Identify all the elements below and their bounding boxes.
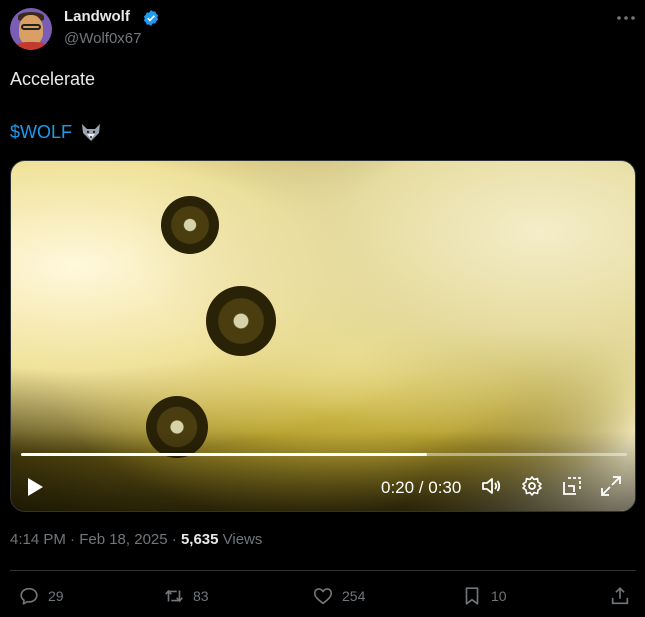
- avatar-face: [19, 15, 43, 45]
- divider: [10, 570, 636, 571]
- reply-icon: [20, 587, 38, 605]
- video-progress-bar[interactable]: [21, 453, 627, 456]
- views-count: 5,635: [180, 531, 219, 548]
- bookmark-count: 10: [491, 588, 507, 604]
- volume-icon[interactable]: [479, 474, 503, 498]
- share-icon: [611, 587, 629, 605]
- settings-gear-icon[interactable]: [520, 474, 544, 498]
- controls-overlay: [11, 431, 635, 511]
- tweet-text: Accelerate: [10, 69, 96, 89]
- timestamp[interactable]: 4:14 PM · Feb 18, 2025 ·: [10, 531, 181, 548]
- reply-count: 29: [48, 588, 64, 604]
- avatar[interactable]: [10, 8, 52, 50]
- video-player[interactable]: 0:20 / 0:30: [10, 160, 636, 512]
- tweet-meta: 4:14 PM · Feb 18, 2025 · 5,635 Views: [10, 531, 262, 548]
- fullscreen-icon[interactable]: [599, 474, 623, 498]
- share-button[interactable]: [609, 585, 631, 607]
- video-progress-fill: [21, 453, 428, 456]
- cashtag-link[interactable]: $WOLF: [10, 122, 72, 143]
- avatar-shirt: [14, 42, 48, 50]
- repost-icon: [165, 589, 183, 603]
- play-icon[interactable]: [25, 476, 45, 498]
- like-count: 254: [342, 588, 366, 604]
- bookmark-icon: [465, 587, 479, 605]
- bookmark-button[interactable]: 10: [461, 585, 507, 607]
- author-name[interactable]: Landwolf: [64, 8, 130, 25]
- video-frame-eye: [206, 286, 276, 356]
- picture-in-picture-icon[interactable]: [560, 474, 584, 498]
- video-time: 0:20 / 0:30: [381, 478, 462, 497]
- reply-button[interactable]: 29: [18, 585, 64, 607]
- avatar-glasses: [21, 24, 41, 30]
- author-handle[interactable]: @Wolf0x67: [64, 30, 141, 47]
- wolf-face-emoji-icon: [82, 124, 100, 141]
- views-label: Views: [218, 531, 263, 548]
- repost-count: 83: [193, 588, 209, 604]
- video-frame-eye: [161, 196, 219, 254]
- heart-icon: [313, 588, 333, 605]
- verified-badge-icon: [143, 10, 159, 26]
- repost-button[interactable]: 83: [163, 585, 209, 607]
- like-button[interactable]: 254: [312, 585, 365, 607]
- more-options-icon[interactable]: [615, 9, 637, 27]
